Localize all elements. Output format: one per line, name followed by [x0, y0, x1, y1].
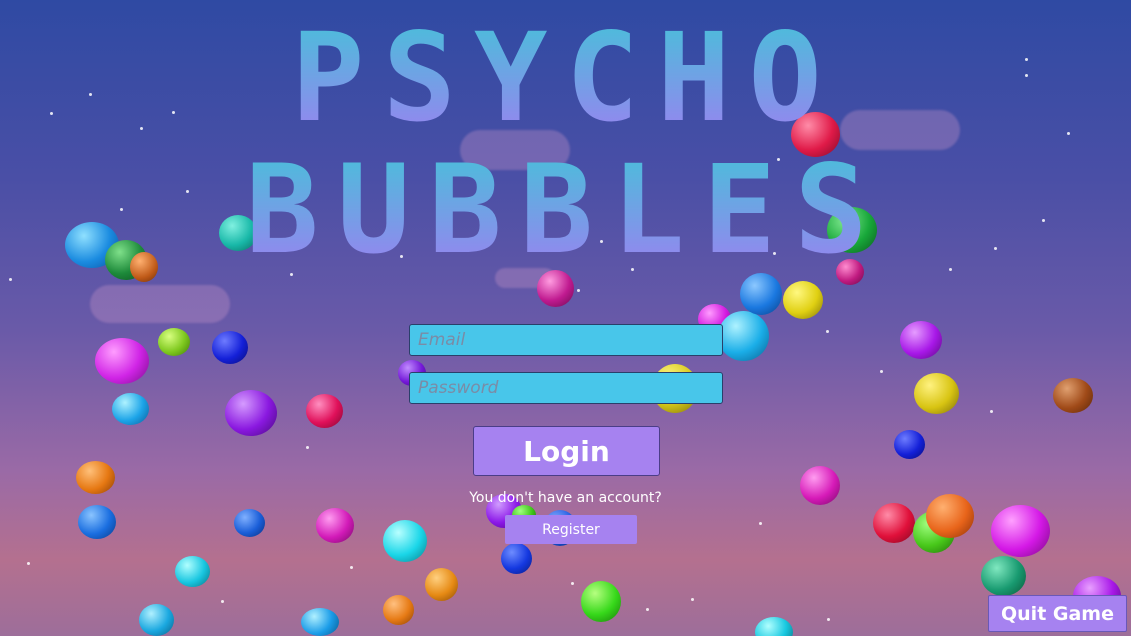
- bubble: [425, 568, 458, 601]
- bubble: [112, 393, 149, 425]
- star: [350, 566, 353, 569]
- email-field[interactable]: [409, 324, 723, 356]
- register-button[interactable]: Register: [505, 515, 637, 544]
- bubble: [383, 520, 427, 562]
- bubble: [1053, 378, 1093, 413]
- bubble: [718, 311, 769, 361]
- cloud: [90, 285, 230, 323]
- bubble: [316, 508, 354, 543]
- game-scene: PSYCHO BUBBLES Login You don't have an a…: [0, 0, 1131, 636]
- bubble: [234, 509, 265, 537]
- bubble: [175, 556, 210, 587]
- star: [880, 370, 883, 373]
- star: [646, 608, 649, 611]
- bubble: [301, 608, 339, 636]
- bubble: [158, 328, 190, 356]
- star: [577, 289, 580, 292]
- password-field[interactable]: [409, 372, 723, 404]
- star: [691, 598, 694, 601]
- bubble: [225, 390, 277, 436]
- bubble: [78, 505, 116, 539]
- bubble: [383, 595, 414, 625]
- bubble: [212, 331, 248, 364]
- bubble: [306, 394, 343, 428]
- quit-game-button[interactable]: Quit Game: [988, 595, 1127, 632]
- star: [571, 582, 574, 585]
- star: [826, 330, 829, 333]
- bubble: [139, 604, 174, 636]
- bubble: [501, 543, 532, 574]
- bubble: [873, 503, 915, 543]
- bubble: [894, 430, 925, 459]
- bubble: [95, 338, 149, 384]
- login-button[interactable]: Login: [473, 426, 660, 476]
- star: [27, 562, 30, 565]
- game-title-line2: BUBBLES: [0, 140, 1131, 280]
- star: [759, 522, 762, 525]
- star: [990, 410, 993, 413]
- game-title-line1: PSYCHO: [0, 8, 1131, 148]
- star: [221, 600, 224, 603]
- star: [306, 446, 309, 449]
- bubble: [581, 581, 621, 622]
- bubble: [991, 505, 1050, 557]
- no-account-text: You don't have an account?: [469, 490, 662, 506]
- star: [827, 618, 830, 621]
- bubble: [900, 321, 942, 359]
- bubble: [755, 617, 793, 636]
- bubble: [981, 556, 1026, 596]
- bubble: [783, 281, 823, 319]
- bubble: [914, 373, 959, 414]
